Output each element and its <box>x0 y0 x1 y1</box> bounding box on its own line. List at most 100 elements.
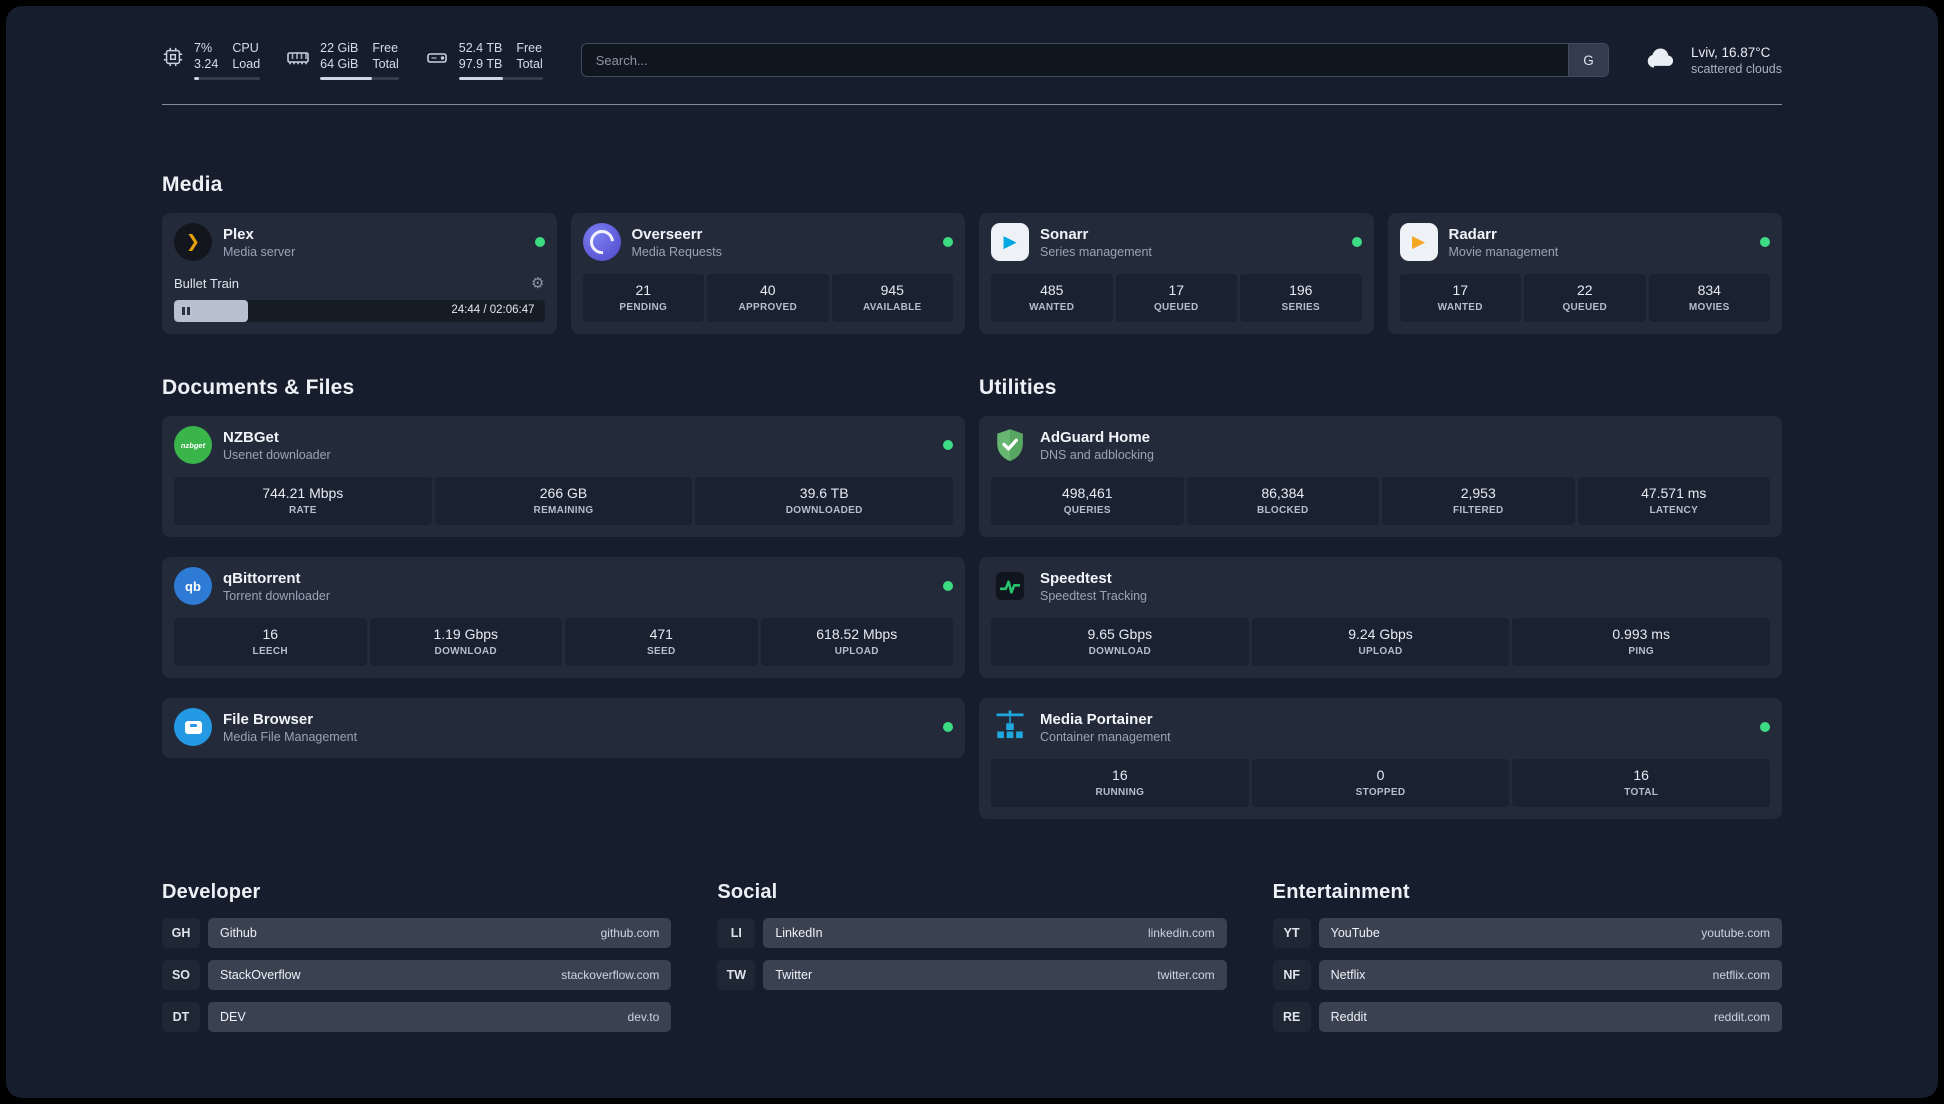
topbar-divider <box>162 104 1782 105</box>
stat-download: 9.65 Gbps DOWNLOAD <box>991 618 1249 666</box>
memory-total-value: 64 GiB <box>320 57 359 71</box>
service-name: Plex <box>223 225 254 243</box>
top-bar: 7% 3.24 CPU Load 22 GiB 64 GiB Free Tota… <box>162 36 1782 84</box>
memory-labels: Free Total <box>372 41 399 71</box>
service-card-speedtest[interactable]: Speedtest Speedtest Tracking 9.65 Gbps DO… <box>979 557 1782 678</box>
bookmark-abbr: YT <box>1272 918 1311 948</box>
bookmark-linkedin[interactable]: LI LinkedIn linkedin.com <box>717 918 1227 948</box>
service-card-qbittorrent[interactable]: qb qBittorrent Torrent downloader 16 LEEC… <box>162 557 965 678</box>
disk-widget: 52.4 TB 97.9 TB Free Total <box>425 40 543 80</box>
section-title-entertainment: Entertainment <box>1272 881 1410 903</box>
bookmark-name: YouTube <box>1330 926 1380 940</box>
bookmark-dev[interactable]: DT DEV dev.to <box>162 1002 672 1032</box>
bookmark-domain: linkedin.com <box>1147 926 1215 940</box>
memory-widget: 22 GiB 64 GiB Free Total <box>286 40 399 80</box>
bookmark-reddit[interactable]: RE Reddit reddit.com <box>1272 1002 1782 1032</box>
cpu-load-value: 3.24 <box>194 57 219 71</box>
qbittorrent-icon: qb <box>174 567 212 605</box>
disk-labels: Free Total <box>516 41 543 71</box>
service-card-overseerr[interactable]: Overseerr Media Requests 21 PENDING 40 APP… <box>570 213 965 334</box>
stat-filtered: 2,953 FILTERED <box>1382 477 1575 525</box>
service-card-radarr[interactable]: Radarr Movie management 17WANTED 22QUEUE… <box>1387 213 1782 334</box>
section-title-social: Social <box>717 881 778 903</box>
bookmark-github[interactable]: GH Github github.com <box>162 918 672 948</box>
bookmarks-developer: Developer GH Github github.com SO StackO… <box>162 881 672 1044</box>
service-name: Radarr <box>1448 225 1497 243</box>
stat-queries: 498,461 QUERIES <box>991 477 1184 525</box>
documents-column: Documents & Files nzbget NZBGet Usenet d… <box>162 376 965 819</box>
bookmark-name: Reddit <box>1330 1010 1367 1024</box>
bookmark-netflix[interactable]: NF Netflix netflix.com <box>1272 960 1782 990</box>
cpu-percent: 7% <box>194 41 213 55</box>
cloud-icon <box>1643 39 1681 82</box>
gear-icon[interactable]: ⚙ <box>531 274 544 292</box>
bookmark-stackoverflow[interactable]: SO StackOverflow stackoverflow.com <box>162 960 672 990</box>
service-card-plex[interactable]: Plex Media server Bullet Train ⚙ 24:44 /… <box>162 213 557 334</box>
stat-series: 196 SERIES <box>1240 274 1362 322</box>
service-subtitle: Speedtest Tracking <box>1040 588 1148 603</box>
stat-pending: 21 PENDING <box>582 274 704 322</box>
bookmark-domain: youtube.com <box>1701 926 1770 940</box>
weather-condition: scattered clouds <box>1690 61 1782 76</box>
playback-progress-bar[interactable]: 24:44 / 02:06:47 <box>174 300 545 322</box>
service-subtitle: DNS and adblocking <box>1040 447 1154 462</box>
section-title-developer: Developer <box>162 881 261 903</box>
bookmark-abbr: GH <box>162 918 200 948</box>
search-provider-button[interactable]: G <box>1567 44 1608 76</box>
stat-ping: 0.993 ms PING <box>1512 618 1771 666</box>
status-dot <box>534 237 545 247</box>
bookmark-abbr: RE <box>1272 1002 1311 1032</box>
service-card-filebrowser[interactable]: File Browser Media File Management <box>162 698 965 758</box>
bookmark-twitter[interactable]: TW Twitter twitter.com <box>717 960 1227 990</box>
bookmark-youtube[interactable]: YT YouTube youtube.com <box>1272 918 1782 948</box>
service-name: Media Portainer <box>1040 710 1153 728</box>
service-subtitle: Container management <box>1040 729 1171 744</box>
stat-total: 16 TOTAL <box>1512 759 1771 807</box>
stat-rate: 744.21 Mbps RATE <box>174 477 432 525</box>
service-subtitle: Series management <box>1040 244 1152 259</box>
disk-progress-bar <box>458 77 543 80</box>
stat-queued: 22 QUEUED <box>1524 274 1646 322</box>
memory-values: 22 GiB 64 GiB <box>320 40 358 72</box>
overseerr-icon <box>582 223 621 261</box>
status-dot <box>943 722 953 732</box>
status-dot <box>943 440 953 450</box>
service-subtitle: Movie management <box>1448 244 1559 259</box>
section-title-utilities: Utilities <box>979 376 1057 399</box>
stat-upload: 9.24 Gbps UPLOAD <box>1251 618 1510 666</box>
bookmark-domain: reddit.com <box>1713 1010 1770 1024</box>
service-card-portainer[interactable]: Media Portainer Container management 16 R… <box>979 698 1782 819</box>
portainer-icon <box>991 708 1029 746</box>
disk-values: 52.4 TB 97.9 TB <box>459 40 503 72</box>
service-name: Overseerr <box>631 225 703 243</box>
stat-remaining: 266 GB REMAINING <box>434 477 693 525</box>
bookmark-domain: twitter.com <box>1157 968 1215 982</box>
now-playing-widget: Bullet Train ⚙ 24:44 / 02:06:47 <box>174 274 545 322</box>
pause-icon[interactable] <box>182 307 190 315</box>
bookmark-domain: github.com <box>600 926 660 940</box>
stat-wanted: 17 WANTED <box>1399 274 1521 322</box>
search-input[interactable] <box>581 44 1568 76</box>
service-name: AdGuard Home <box>1040 428 1151 446</box>
stat-download: 1.19 Gbps DOWNLOAD <box>369 618 562 666</box>
plex-icon <box>174 223 212 261</box>
service-name: qBittorrent <box>223 569 301 587</box>
section-title-documents: Documents & Files <box>162 376 355 399</box>
service-card-adguard[interactable]: AdGuard Home DNS and adblocking 498,461 Q… <box>979 416 1782 537</box>
bookmark-abbr: DT <box>162 1002 200 1032</box>
status-dot <box>943 581 953 591</box>
service-name: Speedtest <box>1040 569 1112 587</box>
bookmarks-section: Developer GH Github github.com SO StackO… <box>162 881 1782 1044</box>
radarr-icon <box>1399 223 1438 261</box>
service-subtitle: Media File Management <box>223 729 358 744</box>
disk-free-value: 52.4 TB <box>458 41 503 55</box>
bookmark-domain: stackoverflow.com <box>561 968 660 982</box>
service-card-sonarr[interactable]: Sonarr Series management 485WANTED 17QUE… <box>979 213 1374 334</box>
stat-running: 16 RUNNING <box>991 759 1249 807</box>
sonarr-icon <box>991 223 1029 261</box>
stat-blocked: 86,384 BLOCKED <box>1186 477 1379 525</box>
bookmark-name: Netflix <box>1330 968 1366 982</box>
bookmark-name: DEV <box>220 1010 246 1024</box>
service-subtitle: Media server <box>223 244 296 259</box>
service-card-nzbget[interactable]: nzbget NZBGet Usenet downloader 744.21 M… <box>162 416 965 537</box>
